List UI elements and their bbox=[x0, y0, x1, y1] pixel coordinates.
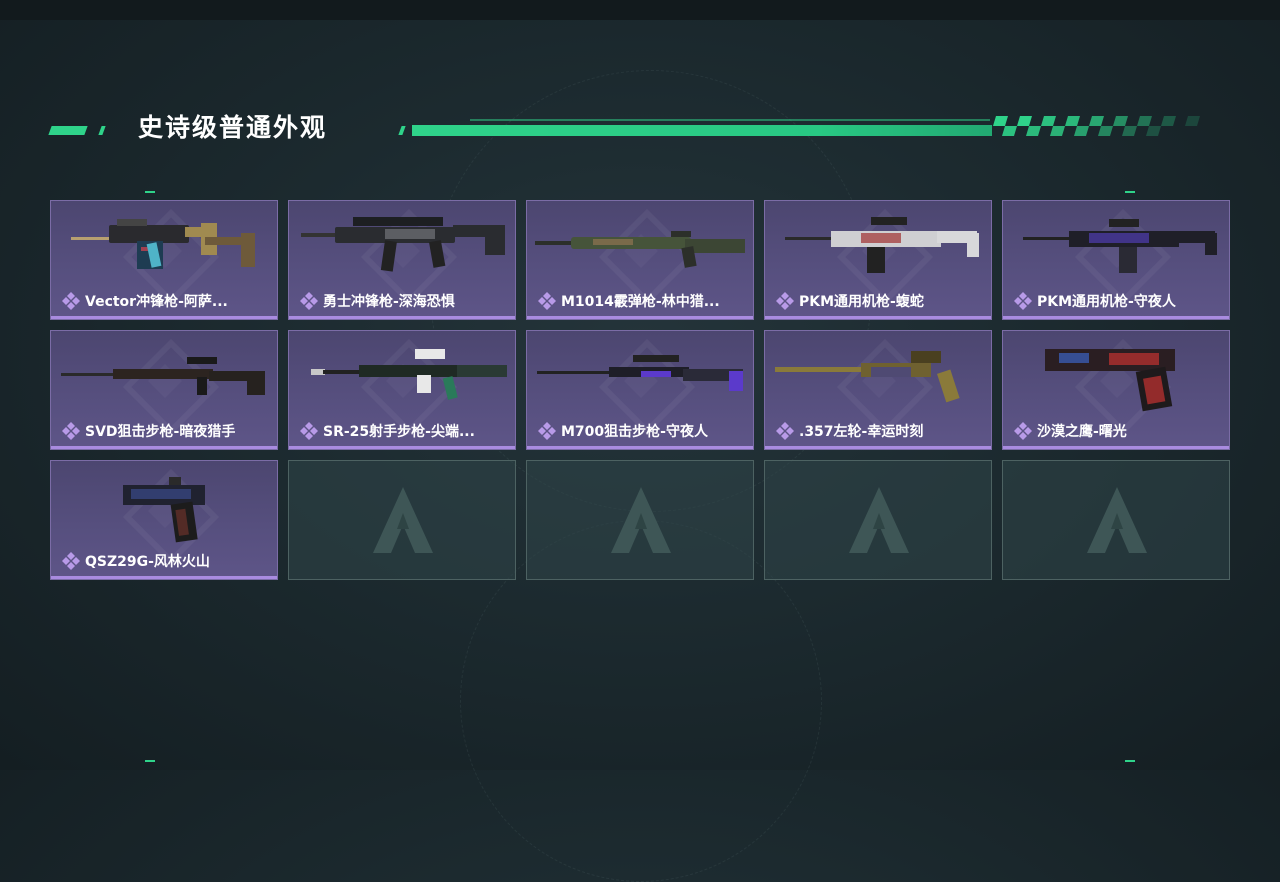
skin-label: PKM通用机枪-蝮蛇 bbox=[775, 291, 924, 311]
skin-label: QSZ29G-风林火山 bbox=[61, 551, 210, 571]
skin-name: SR-25射手步枪-尖端... bbox=[323, 424, 475, 440]
gem-icon bbox=[62, 552, 80, 570]
pkm-machinegun-icon bbox=[1023, 219, 1217, 273]
gem-icon bbox=[538, 292, 556, 310]
skin-card-357[interactable]: .357左轮-幸运时刻 bbox=[764, 330, 992, 450]
game-logo-icon bbox=[611, 487, 671, 553]
game-logo-icon bbox=[373, 487, 433, 553]
desert-eagle-icon bbox=[1045, 349, 1175, 412]
m700-sniper-icon bbox=[537, 355, 743, 391]
skin-card-m1014[interactable]: M1014霰弹枪-林中猎... bbox=[526, 200, 754, 320]
skin-name: PKM通用机枪-守夜人 bbox=[1037, 294, 1176, 310]
skin-card-warrior-smg[interactable]: 勇士冲锋枪-深海恐惧 bbox=[288, 200, 516, 320]
skin-label: .357左轮-幸运时刻 bbox=[775, 421, 923, 441]
gem-icon bbox=[300, 292, 318, 310]
skin-name: M700狙击步枪-守夜人 bbox=[561, 424, 708, 440]
skin-card-pkm-watch[interactable]: PKM通用机枪-守夜人 bbox=[1002, 200, 1230, 320]
skin-name: M1014霰弹枪-林中猎... bbox=[561, 294, 720, 310]
gem-icon bbox=[1014, 292, 1032, 310]
skin-card-vector[interactable]: Vector冲锋枪-阿萨... bbox=[50, 200, 278, 320]
skin-card-pkm-viper[interactable]: PKM通用机枪-蝮蛇 bbox=[764, 200, 992, 320]
gem-icon bbox=[62, 292, 80, 310]
corner-tick bbox=[145, 191, 155, 193]
skin-card-m700[interactable]: M700狙击步枪-守夜人 bbox=[526, 330, 754, 450]
skin-name: 沙漠之鹰-曙光 bbox=[1037, 424, 1127, 440]
skin-card-qsz29g[interactable]: QSZ29G-风林火山 bbox=[50, 460, 278, 580]
skin-name: PKM通用机枪-蝮蛇 bbox=[799, 294, 924, 310]
revolver-357-icon bbox=[775, 351, 960, 403]
game-logo-icon bbox=[849, 487, 909, 553]
gem-icon bbox=[300, 422, 318, 440]
skin-name: .357左轮-幸运时刻 bbox=[799, 424, 924, 440]
sr25-rifle-icon bbox=[311, 349, 507, 400]
skin-label: 勇士冲锋枪-深海恐惧 bbox=[299, 291, 455, 311]
skin-card-svd[interactable]: SVD狙击步枪-暗夜猎手 bbox=[50, 330, 278, 450]
gem-icon bbox=[1014, 422, 1032, 440]
empty-slot bbox=[526, 460, 754, 580]
skin-label: M1014霰弹枪-林中猎... bbox=[537, 291, 720, 311]
vector-smg-icon bbox=[71, 219, 255, 269]
skin-label: SVD狙击步枪-暗夜猎手 bbox=[61, 421, 235, 441]
svd-sniper-icon bbox=[61, 357, 265, 395]
gem-icon bbox=[538, 422, 556, 440]
header-accent-bar bbox=[412, 125, 992, 136]
skin-label: SR-25射手步枪-尖端... bbox=[299, 421, 475, 441]
header-accent-left bbox=[48, 126, 88, 135]
header-accent-right-small bbox=[398, 126, 406, 135]
empty-slot bbox=[1002, 460, 1230, 580]
skin-name: QSZ29G-风林火山 bbox=[85, 554, 210, 570]
section-title: 史诗级普通外观 bbox=[138, 113, 328, 142]
header-accent-left-small bbox=[98, 126, 106, 135]
skin-card-deagle[interactable]: 沙漠之鹰-曙光 bbox=[1002, 330, 1230, 450]
corner-tick bbox=[145, 760, 155, 762]
m1014-shotgun-icon bbox=[535, 231, 745, 268]
skin-label: M700狙击步枪-守夜人 bbox=[537, 421, 708, 441]
skin-card-sr25[interactable]: SR-25射手步枪-尖端... bbox=[288, 330, 516, 450]
game-logo-icon bbox=[1087, 487, 1147, 553]
qsz29g-pistol-icon bbox=[123, 477, 205, 543]
pkm-machinegun-icon bbox=[785, 217, 979, 273]
corner-tick bbox=[1125, 760, 1135, 762]
skin-name: SVD狙击步枪-暗夜猎手 bbox=[85, 424, 236, 440]
header-checker-pattern bbox=[993, 116, 1200, 136]
gem-icon bbox=[776, 422, 794, 440]
skin-label: 沙漠之鹰-曙光 bbox=[1013, 421, 1127, 441]
empty-slot bbox=[764, 460, 992, 580]
skin-label: PKM通用机枪-守夜人 bbox=[1013, 291, 1176, 311]
warrior-smg-icon bbox=[301, 217, 505, 272]
skin-label: Vector冲锋枪-阿萨... bbox=[61, 291, 228, 311]
gem-icon bbox=[62, 422, 80, 440]
gem-icon bbox=[776, 292, 794, 310]
skin-name: Vector冲锋枪-阿萨... bbox=[85, 294, 228, 310]
corner-tick bbox=[1125, 191, 1135, 193]
top-band bbox=[0, 0, 1280, 20]
skin-name: 勇士冲锋枪-深海恐惧 bbox=[323, 294, 455, 310]
header-thin-line bbox=[470, 119, 990, 121]
empty-slot bbox=[288, 460, 516, 580]
